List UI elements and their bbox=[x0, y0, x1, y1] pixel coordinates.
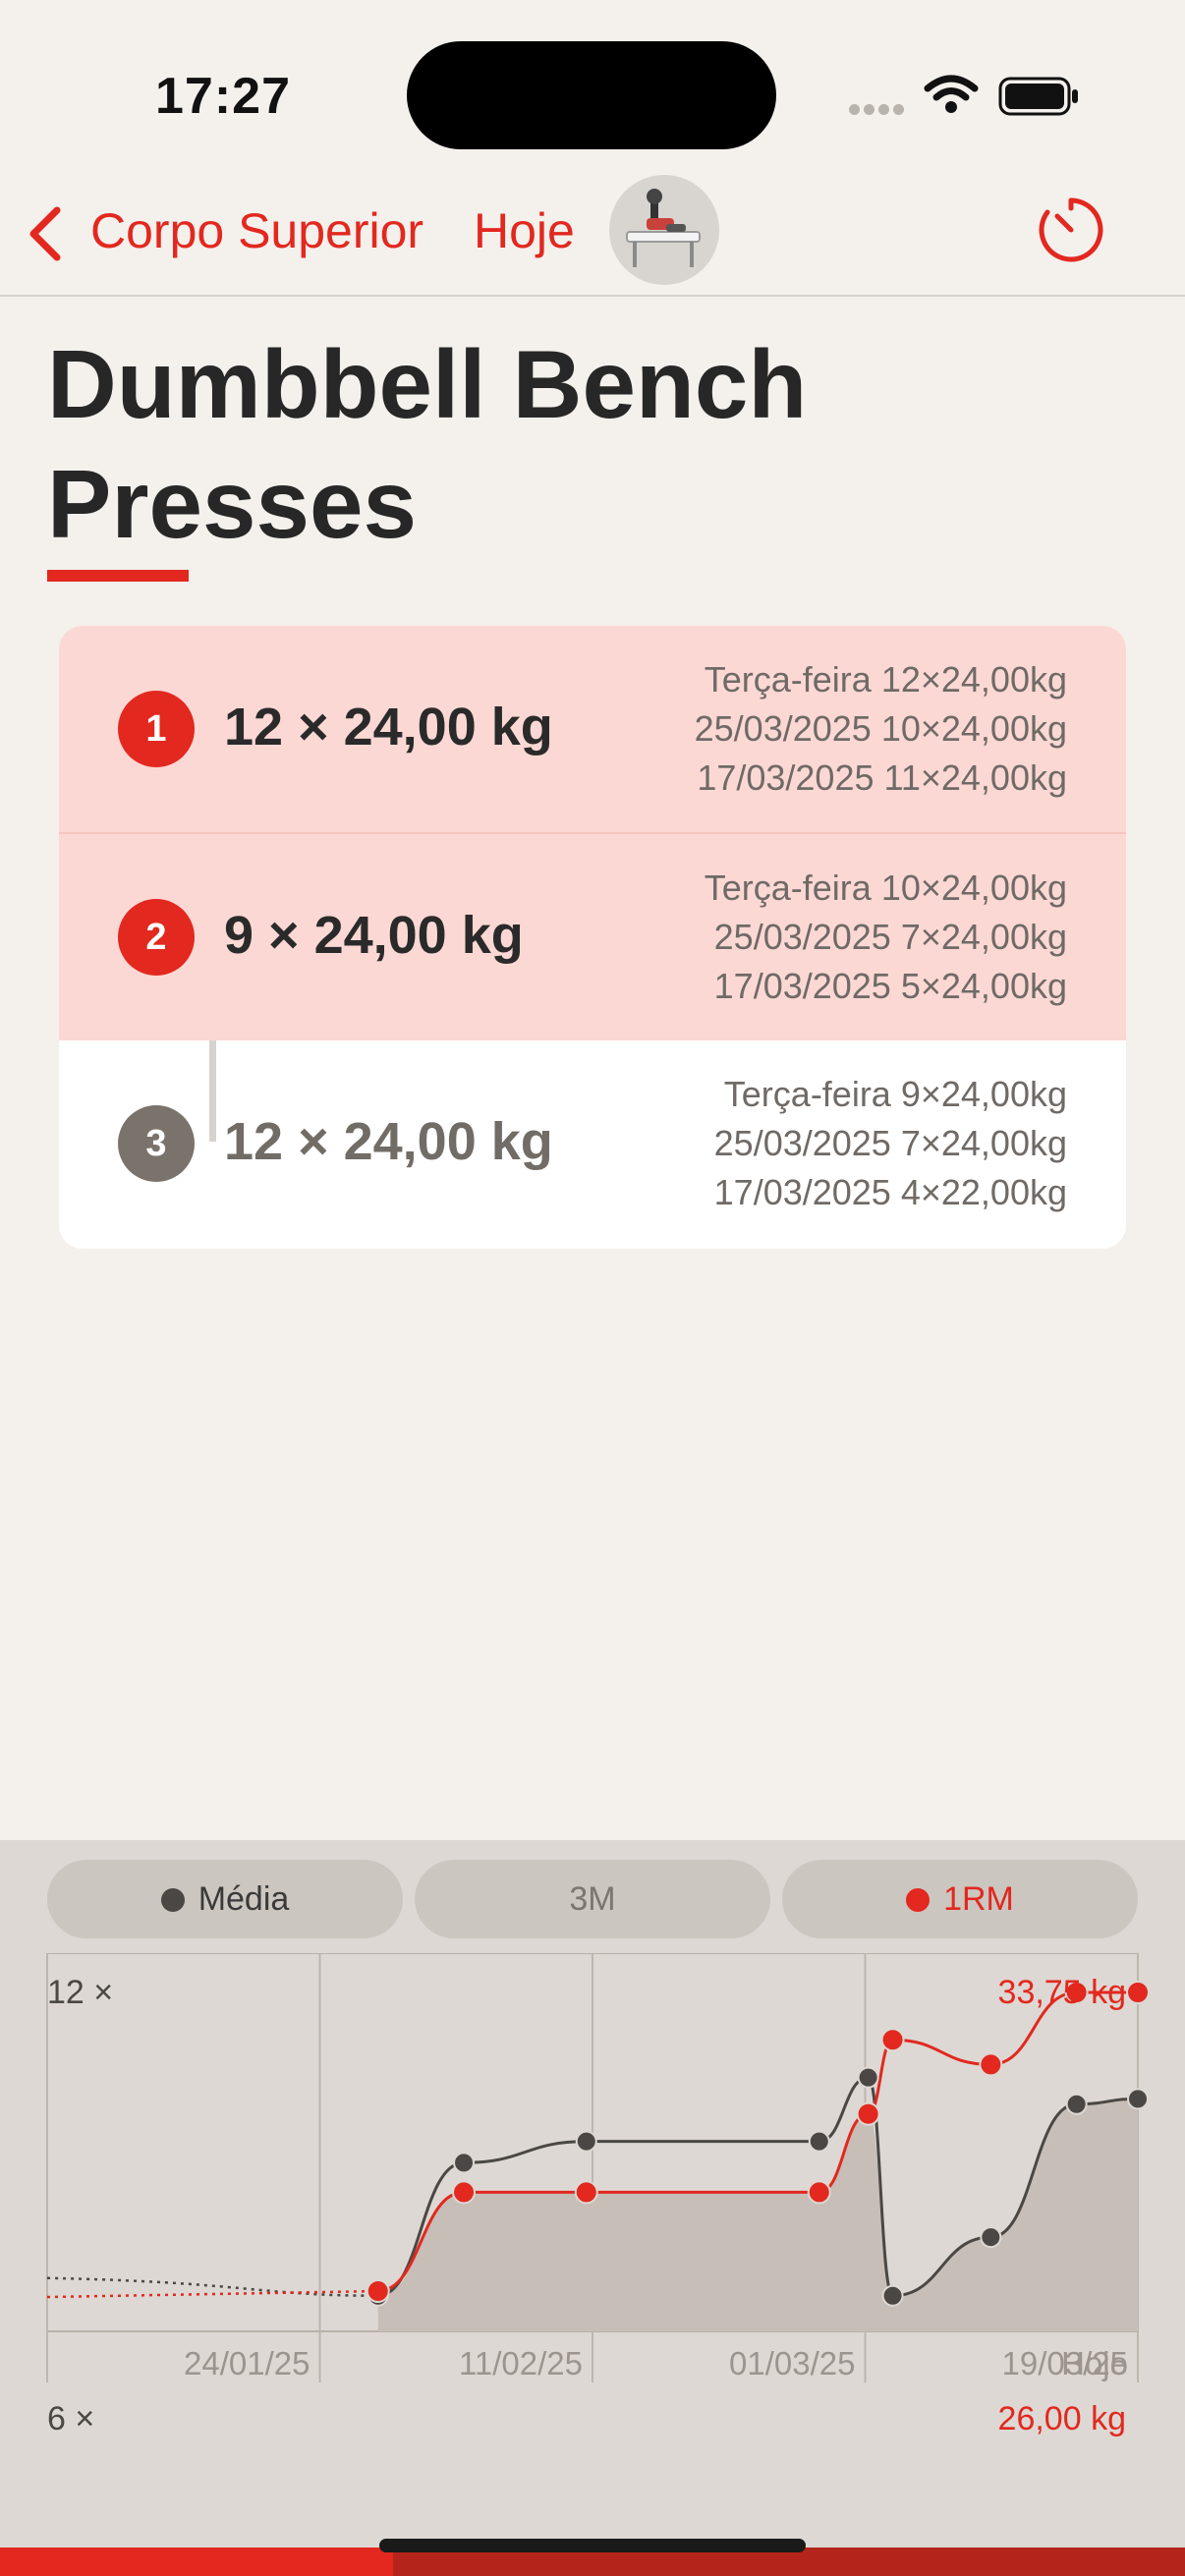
average-point bbox=[1127, 2088, 1149, 2110]
one-rep-max-point bbox=[807, 2180, 831, 2205]
average-point bbox=[575, 2130, 597, 2153]
range-button[interactable]: 3M bbox=[415, 1860, 770, 1938]
history-entry: 17/03/2025 11×24,00kg bbox=[697, 757, 1067, 798]
status-time: 17:27 bbox=[155, 68, 291, 125]
one-rep-max-point bbox=[452, 2180, 477, 2205]
history-entry: 25/03/2025 10×24,00kg bbox=[694, 708, 1067, 749]
one-rep-max-point bbox=[979, 2052, 1003, 2077]
history-entry: Terça-feira 12×24,00kg bbox=[704, 659, 1067, 700]
average-area bbox=[377, 2099, 1138, 2331]
one-rep-max-point bbox=[1126, 1981, 1150, 2004]
average-toggle-button[interactable]: Média bbox=[47, 1860, 403, 1938]
one-rep-max-trend-dotted bbox=[46, 2289, 378, 2299]
right-axis-top-label: 33,75 kg bbox=[997, 1974, 1126, 2011]
set-number-badge: 3 bbox=[118, 1105, 195, 1182]
average-point bbox=[857, 2066, 879, 2089]
set-row-2[interactable]: 2 9 × 24,00 kg Terça-feira 10×24,00kg 25… bbox=[59, 834, 1126, 1040]
average-point bbox=[1065, 2093, 1088, 2115]
one-rep-max-dot-icon bbox=[906, 1888, 931, 1912]
history-entry: Terça-feira 10×24,00kg bbox=[704, 868, 1067, 908]
history-entry: 25/03/2025 7×24,00kg bbox=[713, 1123, 1067, 1163]
average-dot-icon bbox=[160, 1888, 185, 1912]
navigation-bar: Corpo Superior Hoje bbox=[0, 167, 1185, 297]
exercise-title: Dumbbell Bench Presses bbox=[47, 330, 808, 558]
history-entry: 17/03/2025 5×24,00kg bbox=[713, 966, 1067, 1006]
right-axis-bottom-label: 26,00 kg bbox=[997, 2400, 1126, 2437]
one-rep-max-point bbox=[880, 2028, 905, 2052]
average-label: Média bbox=[198, 1880, 290, 1918]
average-point bbox=[808, 2130, 830, 2153]
back-button[interactable]: Corpo Superior bbox=[90, 202, 423, 259]
timer-icon[interactable] bbox=[1034, 193, 1108, 272]
x-axis-ticks: 24/01/25 11/02/25 01/03/25 19/03/25Hoje bbox=[184, 2345, 1128, 2381]
set-number-badge: 2 bbox=[118, 899, 195, 976]
x-tick-label: 24/01/25 bbox=[184, 2345, 310, 2381]
history-entry: 17/03/2025 4×22,00kg bbox=[713, 1172, 1067, 1212]
progress-chart[interactable]: 24/01/25 11/02/25 01/03/25 19/03/25Hoje bbox=[0, 1953, 1185, 2385]
one-rep-max-toggle-button[interactable]: 1RM bbox=[782, 1860, 1138, 1938]
x-tick-label: 11/02/25 bbox=[459, 2345, 583, 2381]
battery-icon bbox=[998, 77, 1081, 121]
set-weight: 12 × 24,00 kg bbox=[224, 698, 553, 756]
set-number-badge: 1 bbox=[118, 691, 195, 767]
set-history: Terça-feira 10×24,00kg 25/03/2025 7×24,0… bbox=[705, 864, 1067, 1011]
set-weight: 12 × 24,00 kg bbox=[224, 1112, 553, 1171]
nav-divider bbox=[0, 295, 1185, 297]
progress-chart-panel: Média 3M 1RM 24/01/25 11/02/25 01/03/25 19/… bbox=[0, 1840, 1185, 2548]
history-entry: 25/03/2025 7×24,00kg bbox=[713, 917, 1067, 957]
average-point bbox=[980, 2226, 1002, 2249]
average-point bbox=[453, 2152, 476, 2174]
average-point bbox=[881, 2284, 904, 2307]
one-rep-max-point bbox=[366, 2279, 390, 2304]
set-history: Terça-feira 12×24,00kg 25/03/2025 10×24,… bbox=[695, 655, 1067, 803]
exercise-thumbnail-icon[interactable] bbox=[609, 175, 719, 285]
left-axis-top-label: 12 × bbox=[47, 1974, 114, 2011]
dynamic-island bbox=[407, 41, 776, 149]
history-entry: Terça-feira 9×24,00kg bbox=[723, 1074, 1067, 1114]
one-rep-max-label: 1RM bbox=[943, 1880, 1014, 1918]
home-indicator[interactable] bbox=[379, 2539, 806, 2552]
today-button[interactable]: Hoje bbox=[474, 202, 575, 259]
one-rep-max-point bbox=[574, 2180, 598, 2205]
set-row-3[interactable]: 3 12 × 24,00 kg Terça-feira 9×24,00kg 25… bbox=[59, 1040, 1126, 1247]
x-tick-label: 01/03/25 bbox=[729, 2345, 855, 2381]
set-weight: 9 × 24,00 kg bbox=[224, 906, 524, 965]
title-underline bbox=[47, 570, 189, 582]
back-chevron-icon[interactable] bbox=[24, 204, 67, 268]
wifi-icon bbox=[924, 75, 979, 119]
sets-card: 1 12 × 24,00 kg Terça-feira 12×24,00kg 2… bbox=[59, 626, 1126, 1249]
one-rep-max-point bbox=[856, 2101, 880, 2126]
cellular-signal-icon bbox=[849, 102, 908, 120]
x-tick-label: Hoje bbox=[1061, 2345, 1128, 2381]
set-history: Terça-feira 9×24,00kg 25/03/2025 7×24,00… bbox=[714, 1070, 1067, 1217]
left-axis-bottom-label: 6 × bbox=[47, 2400, 95, 2437]
set-row-1[interactable]: 1 12 × 24,00 kg Terça-feira 12×24,00kg 2… bbox=[59, 626, 1126, 832]
